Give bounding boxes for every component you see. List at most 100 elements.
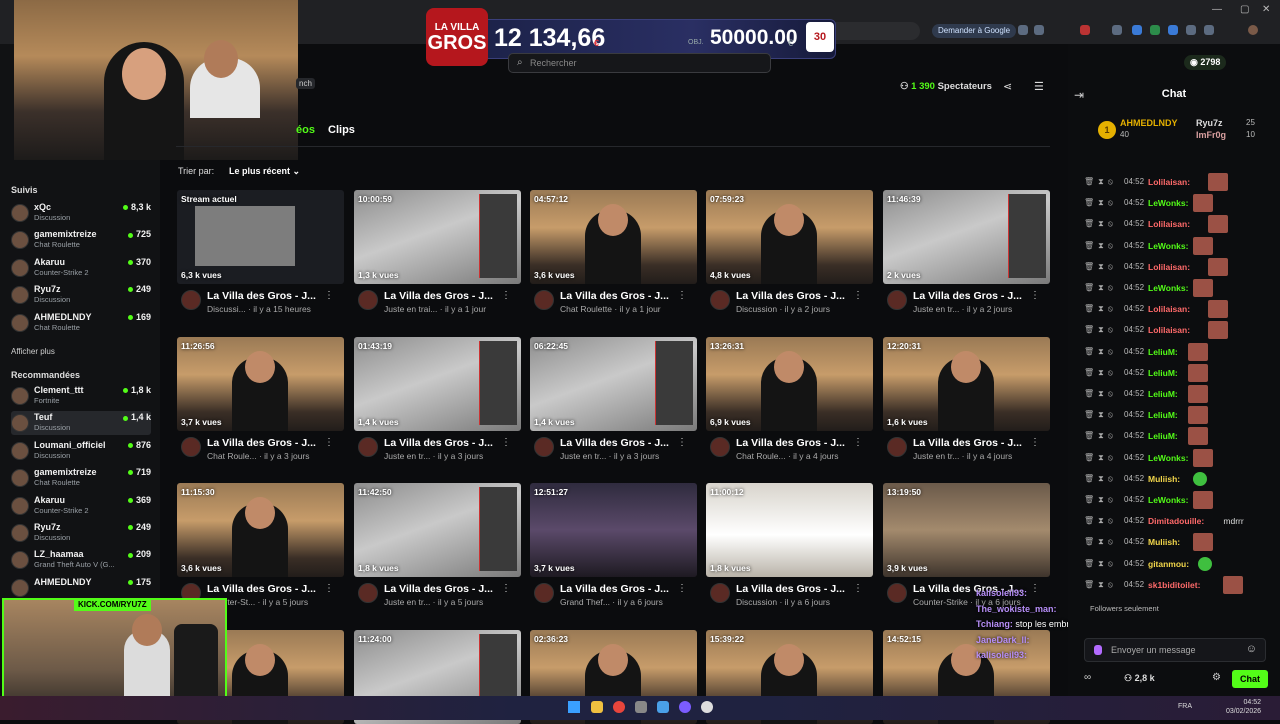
sidebar-channel-followed[interactable]: AHMEDLNDY Chat Roulette 169 xyxy=(11,311,151,335)
video-card[interactable]: 13:19:50 3,9 k vues La Villa des Gros - J.… xyxy=(883,483,1050,607)
video-thumbnail[interactable]: 11:42:50 1,8 k vues xyxy=(354,483,521,577)
more-options-icon[interactable]: ⋮ xyxy=(324,290,334,301)
more-options-icon[interactable]: ⋮ xyxy=(501,583,511,594)
file-explorer-icon[interactable] xyxy=(591,701,603,713)
channel-avatar[interactable] xyxy=(887,290,907,310)
message-username[interactable]: Lolilaisan: xyxy=(1148,304,1190,314)
message-username[interactable]: LeWonks: xyxy=(1148,198,1188,208)
message-username[interactable]: Muliish: xyxy=(1148,537,1180,547)
moderation-icons[interactable]: 🗑⧗⦸ xyxy=(1084,431,1117,441)
message-username[interactable]: LeliuM: xyxy=(1148,347,1178,357)
moderation-icons[interactable]: 🗑⧗⦸ xyxy=(1084,453,1117,463)
video-title[interactable]: La Villa des Gros - J... xyxy=(207,290,316,302)
message-username[interactable]: LeliuM: xyxy=(1148,410,1178,420)
search-input[interactable]: ⌕ Rechercher xyxy=(508,53,771,73)
video-thumbnail[interactable]: 11:00:12 1,8 k vues xyxy=(706,483,873,577)
message-username[interactable]: gitanmou: xyxy=(1148,559,1189,569)
extension-icon[interactable] xyxy=(1080,25,1090,35)
moderation-icons[interactable]: 🗑⧗⦸ xyxy=(1084,474,1117,484)
extension-icon[interactable] xyxy=(1132,25,1142,35)
chat-send-button[interactable]: Chat xyxy=(1232,670,1268,688)
message-username[interactable]: Lolilaisan: xyxy=(1148,177,1190,187)
video-title[interactable]: La Villa des Gros - J... xyxy=(560,290,669,302)
video-title[interactable]: La Villa des Gros - J... xyxy=(384,583,493,595)
video-card[interactable]: 11:15:30 3,6 k vues La Villa des Gros - J.… xyxy=(177,483,344,607)
show-more-link[interactable]: Afficher plus xyxy=(11,347,55,356)
video-card[interactable]: 11:26:56 3,7 k vues La Villa des Gros - J.… xyxy=(177,337,344,461)
more-options-icon[interactable]: ⋮ xyxy=(1030,437,1040,448)
message-username[interactable]: LeliuM: xyxy=(1148,368,1178,378)
message-username[interactable]: LeliuM: xyxy=(1148,431,1178,441)
kicks-balance[interactable]: ◉ 2798 xyxy=(1184,55,1227,70)
video-thumbnail[interactable]: 11:46:39 2 k vues xyxy=(883,190,1050,284)
third-gifter-name[interactable]: ImFr0g xyxy=(1196,130,1226,140)
message-username[interactable]: Lolilaisan: xyxy=(1148,262,1190,272)
maximize-icon[interactable]: ▢ xyxy=(1240,4,1249,15)
message-username[interactable]: LeWonks: xyxy=(1148,241,1188,251)
video-thumbnail[interactable]: 06:22:45 1,4 k vues xyxy=(530,337,697,431)
more-options-icon[interactable]: ⋮ xyxy=(1030,583,1040,594)
extension-icon[interactable] xyxy=(1168,25,1178,35)
taskbar-app-icon[interactable] xyxy=(635,701,647,713)
channel-avatar[interactable] xyxy=(358,437,378,457)
video-card[interactable]: 06:22:45 1,4 k vues La Villa des Gros - J.… xyxy=(530,337,697,461)
sidebar-channel-recommended[interactable]: Akaruu Counter-Strike 2 369 xyxy=(11,494,151,518)
moderation-icons[interactable]: 🗑⧗⦸ xyxy=(1084,516,1117,526)
more-options-icon[interactable]: ⋮ xyxy=(853,290,863,301)
video-card[interactable]: 12:51:27 3,7 k vues La Villa des Gros - J.… xyxy=(530,483,697,607)
profile-avatar[interactable] xyxy=(1248,25,1258,35)
channel-avatar[interactable] xyxy=(534,437,554,457)
gear-icon[interactable]: ⚙ xyxy=(1212,672,1221,683)
taskbar-app-icon[interactable] xyxy=(657,701,669,713)
sidebar-channel-recommended[interactable]: gamemixtreize Chat Roulette 719 xyxy=(11,466,151,490)
message-username[interactable]: LeWonks: xyxy=(1148,453,1188,463)
emoji-icon[interactable]: ☺ xyxy=(1246,643,1257,655)
more-options-icon[interactable]: ⋮ xyxy=(501,290,511,301)
moderation-icons[interactable]: 🗑⧗⦸ xyxy=(1084,537,1117,547)
extension-icon[interactable] xyxy=(1150,25,1160,35)
more-options-icon[interactable]: ⋮ xyxy=(324,583,334,594)
channel-avatar[interactable] xyxy=(534,583,554,603)
video-thumbnail[interactable]: 01:43:19 1,4 k vues xyxy=(354,337,521,431)
moderation-icons[interactable]: 🗑⧗⦸ xyxy=(1084,304,1117,314)
video-card[interactable]: 11:00:12 1,8 k vues La Villa des Gros - J.… xyxy=(706,483,873,607)
moderation-icons[interactable]: 🗑⧗⦸ xyxy=(1084,410,1117,420)
moderation-icons[interactable]: 🗑⧗⦸ xyxy=(1084,241,1117,251)
more-options-icon[interactable]: ⋮ xyxy=(853,437,863,448)
top-gifter-name[interactable]: AHMEDLNDY xyxy=(1120,118,1178,128)
video-title[interactable]: La Villa des Gros - J... xyxy=(913,437,1022,449)
video-card[interactable]: 10:00:59 1,3 k vues La Villa des Gros - J.… xyxy=(354,190,521,314)
moderation-icons[interactable]: 🗑⧗⦸ xyxy=(1084,262,1117,272)
more-options-icon[interactable]: ⋮ xyxy=(677,290,687,301)
moderation-icons[interactable]: 🗑⧗⦸ xyxy=(1084,368,1117,378)
sidebar-channel-followed[interactable]: Akaruu Counter-Strike 2 370 xyxy=(11,256,151,280)
moderation-icons[interactable]: 🗑⧗⦸ xyxy=(1084,559,1117,569)
windows-start-icon[interactable] xyxy=(568,701,580,713)
sidebar-channel-followed[interactable]: xQc Discussion 8,3 k xyxy=(11,201,151,225)
channel-avatar[interactable] xyxy=(710,290,730,310)
moderation-icons[interactable]: 🗑⧗⦸ xyxy=(1084,325,1117,335)
video-card[interactable]: 04:57:12 3,6 k vues La Villa des Gros - J.… xyxy=(530,190,697,314)
sidebar-channel-recommended[interactable]: Ryu7z Discussion 249 xyxy=(11,521,151,545)
channel-avatar[interactable] xyxy=(710,583,730,603)
channel-avatar[interactable] xyxy=(181,290,201,310)
minimize-icon[interactable]: — xyxy=(1212,4,1222,15)
video-thumbnail[interactable]: 11:15:30 3,6 k vues xyxy=(177,483,344,577)
video-title[interactable]: La Villa des Gros - J... xyxy=(207,437,316,449)
moderation-icons[interactable]: 🗑⧗⦸ xyxy=(1084,283,1117,293)
chat-message-input[interactable]: Envoyer un message ☺ xyxy=(1084,638,1266,662)
channel-avatar[interactable] xyxy=(710,437,730,457)
message-username[interactable]: LeWonks: xyxy=(1148,283,1188,293)
moderation-icons[interactable]: 🗑⧗⦸ xyxy=(1084,219,1117,229)
video-thumbnail[interactable]: Stream actuel 6,3 k vues xyxy=(177,190,344,284)
video-title[interactable]: La Villa des Gros - J... xyxy=(736,583,845,595)
infinity-icon[interactable]: ∞ xyxy=(1084,672,1091,683)
sidebar-channel-recommended[interactable]: Teuf Discussion 1,4 k xyxy=(11,411,151,436)
message-username[interactable]: Lolilaisan: xyxy=(1148,325,1190,335)
message-username[interactable]: Dimitadouille: xyxy=(1148,516,1204,526)
moderation-icons[interactable]: 🗑⧗⦸ xyxy=(1084,198,1117,208)
sidebar-channel-recommended[interactable]: Clement_ttt Fortnite 1,8 k xyxy=(11,384,151,408)
video-title[interactable]: La Villa des Gros - J... xyxy=(384,290,493,302)
tab-videos[interactable]: éos xyxy=(296,124,315,136)
channel-avatar[interactable] xyxy=(358,290,378,310)
